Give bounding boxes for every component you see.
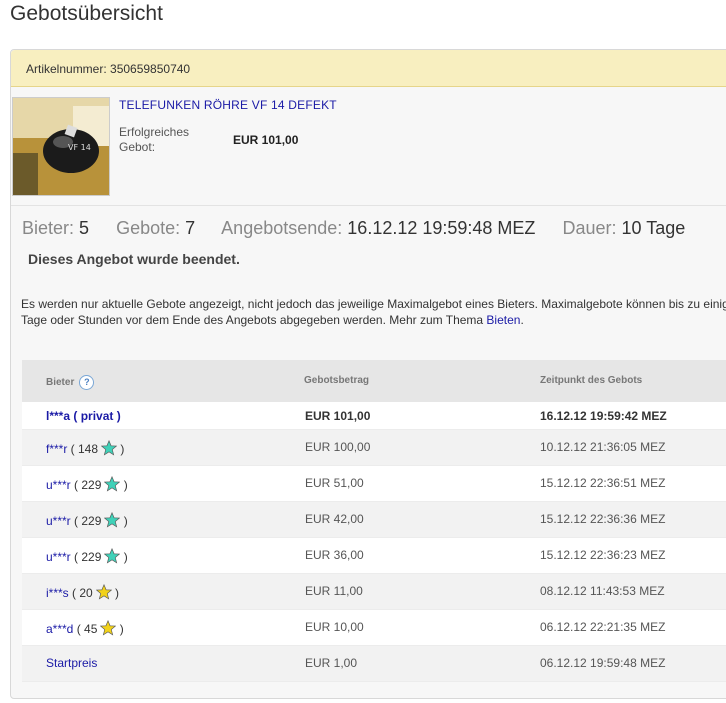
bidder-cell: l***a ( privat ) xyxy=(46,409,121,423)
table-row: u***r ( 229 ) EUR 36,00 15.12.12 22:36:23 … xyxy=(22,538,726,574)
bidder-name-link[interactable]: u***r xyxy=(46,478,71,492)
bid-amount: EUR 51,00 xyxy=(305,476,364,490)
bid-amount: EUR 1,00 xyxy=(305,656,358,670)
bids-value: 7 xyxy=(185,218,196,238)
svg-text:VF 14: VF 14 xyxy=(68,143,91,152)
feedback-close: ) xyxy=(117,442,125,456)
bidder-cell: i***s ( 20 ) xyxy=(46,584,119,600)
feedback-close: ) xyxy=(120,550,128,564)
feedback-star-icon[interactable] xyxy=(104,548,121,564)
bidder-cell: Startpreis xyxy=(46,656,97,670)
bid-time: 15.12.12 22:36:23 MEZ xyxy=(540,548,666,562)
feedback-close: ) xyxy=(111,586,120,600)
auction-stats: Bieter: 5 Gebote: 7 Angebotsende: 16.12.… xyxy=(22,218,685,239)
info-line-2: Tage oder Stunden vor dem Ende des Angeb… xyxy=(21,312,726,328)
end-label: Angebotsende: xyxy=(221,218,343,238)
bid-time: 10.12.12 21:36:05 MEZ xyxy=(540,440,666,454)
bidder-name-link[interactable]: i***s xyxy=(46,586,69,600)
info-line-1: Es werden nur aktuelle Gebote angezeigt,… xyxy=(21,297,726,311)
bid-amount: EUR 36,00 xyxy=(305,548,364,562)
time-column-header: Zeitpunkt des Gebots xyxy=(540,375,643,386)
bidder-cell: u***r ( 229 ) xyxy=(46,512,128,528)
table-row: f***r ( 148 ) EUR 100,00 10.12.12 21:36:05… xyxy=(22,430,726,466)
feedback-close: ) xyxy=(120,514,128,528)
amount-column-header: Gebotsbetrag xyxy=(304,375,370,386)
divider xyxy=(11,205,726,206)
bids-label: Gebote: xyxy=(116,218,181,238)
bidder-name-link[interactable]: l***a xyxy=(46,409,70,423)
bid-table-header: Bieter? Gebotsbetrag Zeitpunkt des Gebot… xyxy=(22,360,726,403)
duration-label: Dauer: xyxy=(562,218,617,238)
table-row: u***r ( 229 ) EUR 42,00 15.12.12 22:36:36 … xyxy=(22,502,726,538)
table-row: u***r ( 229 ) EUR 51,00 15.12.12 22:36:51 … xyxy=(22,466,726,502)
bidder-name-link[interactable]: u***r xyxy=(46,514,71,528)
page-title: Gebotsübersicht xyxy=(10,2,163,25)
bidder-cell: f***r ( 148 ) xyxy=(46,440,124,456)
feedback-star-icon[interactable] xyxy=(104,512,121,528)
bid-history-card: Artikelnummer: 350659850740 VF 14 TELEFU… xyxy=(10,49,726,699)
feedback-star-icon[interactable] xyxy=(100,620,117,636)
bidder-column-header: Bieter? xyxy=(46,375,95,390)
bidder-name-link[interactable]: a***d xyxy=(46,622,73,636)
sale-price: EUR 101,00 xyxy=(233,133,299,147)
info-line-2-text: Tage oder Stunden vor dem Ende des Angeb… xyxy=(21,313,487,327)
feedback-star-icon[interactable] xyxy=(95,584,112,600)
bid-amount: EUR 100,00 xyxy=(305,440,371,454)
table-row: a***d ( 45 ) EUR 10,00 06.12.12 22:21:35 M… xyxy=(22,610,726,646)
table-row: l***a ( privat ) EUR 101,00 16.12.12 19:59… xyxy=(22,402,726,430)
bidder-header-label: Bieter xyxy=(46,377,75,389)
info-text: Es werden nur aktuelle Gebote angezeigt,… xyxy=(21,296,726,328)
bid-time: 06.12.12 22:21:35 MEZ xyxy=(540,620,666,634)
sale-label: Erfolgreiches Gebot: xyxy=(119,125,190,154)
feedback-score[interactable]: ( 20 xyxy=(69,586,93,600)
bid-amount: EUR 11,00 xyxy=(305,584,363,598)
feedback-score[interactable]: ( privat ) xyxy=(70,409,120,423)
end-value: 16.12.12 19:59:48 MEZ xyxy=(347,218,536,238)
bidder-cell: u***r ( 229 ) xyxy=(46,476,128,492)
duration-value: 10 Tage xyxy=(621,218,686,238)
bidder-name-link[interactable]: f***r xyxy=(46,442,67,456)
bid-time: 16.12.12 19:59:42 MEZ xyxy=(540,409,667,423)
bid-amount: EUR 101,00 xyxy=(305,409,371,423)
feedback-star-icon[interactable] xyxy=(104,476,121,492)
table-row: i***s ( 20 ) EUR 11,00 08.12.12 11:43:53 M… xyxy=(22,574,726,610)
item-number: Artikelnummer: 350659850740 xyxy=(26,62,191,76)
feedback-score[interactable]: ( 148 xyxy=(67,442,98,456)
bieten-link[interactable]: Bieten xyxy=(486,313,520,327)
start-price-label: Startpreis xyxy=(46,656,98,670)
bid-time: 15.12.12 22:36:51 MEZ xyxy=(540,476,666,490)
tube-photo-icon: VF 14 xyxy=(13,98,109,195)
feedback-score[interactable]: ( 229 xyxy=(71,550,101,564)
feedback-star-icon[interactable] xyxy=(101,440,118,456)
feedback-score[interactable]: ( 45 xyxy=(73,622,98,636)
feedback-close: ) xyxy=(116,622,124,636)
bidder-cell: a***d ( 45 ) xyxy=(46,620,124,636)
feedback-score[interactable]: ( 229 xyxy=(71,514,101,528)
auction-ended-notice: Dieses Angebot wurde beendet. xyxy=(28,251,240,267)
feedback-close: ) xyxy=(120,478,128,492)
feedback-score[interactable]: ( 229 xyxy=(71,478,101,492)
info-line-2-end: . xyxy=(520,313,524,327)
bid-amount: EUR 10,00 xyxy=(305,620,364,634)
item-number-bar: Artikelnummer: 350659850740 xyxy=(11,50,726,87)
bidder-name-link[interactable]: u***r xyxy=(46,550,71,564)
bidders-label: Bieter: xyxy=(22,218,75,238)
table-row: Startpreis EUR 1,00 06.12.12 19:59:48 MEZ xyxy=(22,646,726,682)
bid-time: 15.12.12 22:36:36 MEZ xyxy=(540,512,666,526)
bidder-cell: u***r ( 229 ) xyxy=(46,548,128,564)
help-icon[interactable]: ? xyxy=(79,375,95,390)
bid-amount: EUR 42,00 xyxy=(305,512,364,526)
item-thumbnail[interactable]: VF 14 xyxy=(12,97,110,196)
bidders-value: 5 xyxy=(79,218,90,238)
bid-time: 06.12.12 19:59:48 MEZ xyxy=(540,656,666,670)
item-title-link[interactable]: TELEFUNKEN RÖHRE VF 14 DEFEKT xyxy=(119,98,337,112)
bid-table-body: l***a ( privat ) EUR 101,00 16.12.12 19:59… xyxy=(22,402,726,682)
bid-time: 08.12.12 11:43:53 MEZ xyxy=(540,584,665,598)
